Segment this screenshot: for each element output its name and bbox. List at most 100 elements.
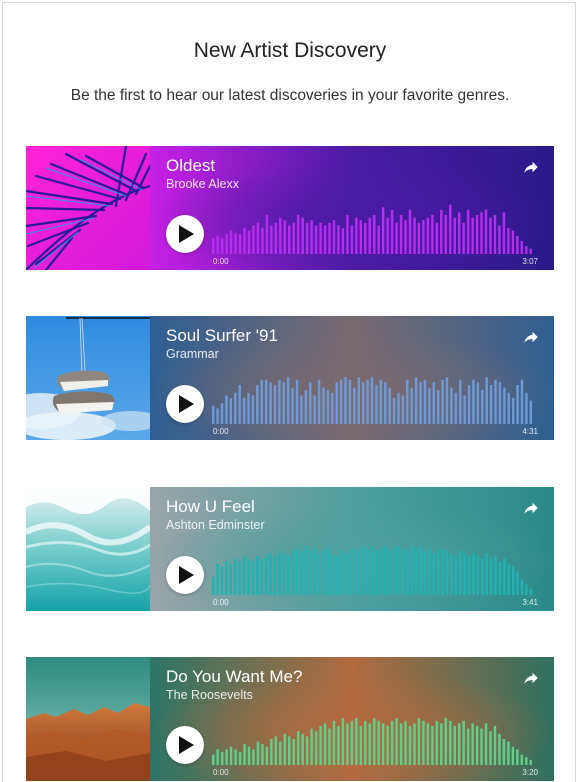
waveform-bar [489, 385, 493, 424]
waveform-bar [395, 222, 398, 254]
share-icon[interactable] [522, 669, 540, 687]
waveform-bar [300, 395, 303, 424]
waveform-bar [288, 225, 291, 254]
track-card: How U Feel Ashton Edminster 0:00 3:41 [26, 487, 554, 611]
waveform-bar [301, 733, 304, 765]
track-artist[interactable]: The Roosevelts [166, 688, 253, 702]
waveform[interactable] [212, 202, 534, 254]
play-icon [179, 566, 194, 584]
track-artist[interactable]: Grammar [166, 347, 219, 361]
waveform-bar [322, 387, 325, 424]
desert-landscape-icon [26, 657, 150, 781]
waveform-bar [457, 212, 461, 254]
waveform-bar [529, 400, 533, 424]
waveform-bar [459, 550, 462, 595]
waveform-bar [516, 749, 519, 765]
waveform-bar [481, 558, 484, 595]
waveform-bar [295, 379, 299, 424]
waveform-bar [247, 392, 250, 424]
track-artist[interactable]: Brooke Alexx [166, 177, 239, 191]
player-panel: Oldest Brooke Alexx 0:00 3:07 [150, 146, 554, 270]
waveform-bar [295, 548, 299, 595]
track-title[interactable]: Soul Surfer '91 [166, 326, 278, 346]
album-cover[interactable] [26, 146, 150, 270]
waveform-bar [350, 720, 354, 765]
album-cover[interactable] [26, 487, 150, 611]
album-cover[interactable] [26, 316, 150, 440]
waveform[interactable] [212, 543, 534, 595]
waveform-bar [440, 209, 443, 254]
play-button[interactable] [166, 556, 204, 594]
waveform-bar [212, 576, 215, 595]
waveform-bar [361, 545, 365, 595]
waveform-bar [516, 235, 519, 254]
waveform-bar [370, 377, 374, 424]
track-title[interactable]: Oldest [166, 156, 215, 176]
waveform-bar [459, 379, 462, 424]
waveform-bar [243, 744, 246, 765]
waveform-bar [431, 215, 434, 254]
play-button[interactable] [166, 215, 204, 253]
play-icon [179, 225, 194, 243]
waveform-bar [326, 548, 330, 595]
waveform-bar [485, 377, 488, 424]
waveform-bar [384, 382, 387, 424]
waveform-bar [525, 584, 528, 595]
waveform-bar [238, 561, 241, 595]
waveform-bar [529, 759, 532, 765]
waveform-bar [313, 395, 316, 424]
waveform-bar [247, 746, 251, 765]
waveform-bar [247, 558, 250, 595]
waveform-bar [309, 382, 312, 424]
track-title[interactable]: Do You Want Me? [166, 667, 302, 687]
waveform-bar [489, 558, 493, 595]
waveform-bar [319, 726, 322, 765]
share-icon[interactable] [522, 158, 540, 176]
waveform-bar [359, 220, 363, 254]
waveform-bar [395, 718, 398, 765]
waveform-bar [476, 382, 480, 424]
waveform-bar [353, 548, 356, 595]
waveform-bar [419, 382, 422, 424]
waveform-bar [498, 382, 502, 424]
waveform-bar [242, 556, 246, 595]
waveform-bar [463, 553, 466, 595]
album-cover[interactable] [26, 657, 150, 781]
waveform-bar [216, 235, 219, 254]
waveform-bar [361, 382, 365, 424]
waveform-bar [265, 215, 269, 254]
share-icon[interactable] [522, 328, 540, 346]
waveform[interactable] [212, 372, 534, 424]
waveform-bar [260, 558, 263, 595]
waveform-bar [256, 222, 260, 254]
track-title[interactable]: How U Feel [166, 497, 255, 517]
waveform-bar [432, 553, 435, 595]
waveform-bar [314, 225, 318, 254]
waveform-bar [397, 392, 400, 424]
play-button[interactable] [166, 385, 204, 423]
play-button[interactable] [166, 726, 204, 764]
waveform-bar [348, 550, 352, 595]
waveform-bar [520, 754, 524, 765]
waveform-bar [498, 225, 501, 254]
waveform-bar [414, 377, 418, 424]
waveform-bar [319, 222, 322, 254]
share-icon[interactable] [522, 499, 540, 517]
waveform-bar [450, 553, 453, 595]
waveform[interactable] [212, 713, 534, 765]
waveform-bar [381, 723, 385, 765]
track-artist[interactable]: Ashton Edminster [166, 518, 265, 532]
waveform-bar [350, 225, 354, 254]
waveform-bar [406, 550, 409, 595]
waveform-bar [386, 726, 389, 765]
waveform-bar [408, 726, 412, 765]
waveform-bar [502, 212, 506, 254]
waveform-bar [296, 215, 300, 254]
waveform-bar [475, 726, 479, 765]
waveform-bar [292, 739, 295, 765]
waveform-bar [251, 395, 255, 424]
waveform-bar [417, 222, 421, 254]
waveform-bar [313, 548, 316, 595]
hanging-sneakers-icon [26, 316, 150, 440]
waveform-bar [392, 398, 396, 424]
